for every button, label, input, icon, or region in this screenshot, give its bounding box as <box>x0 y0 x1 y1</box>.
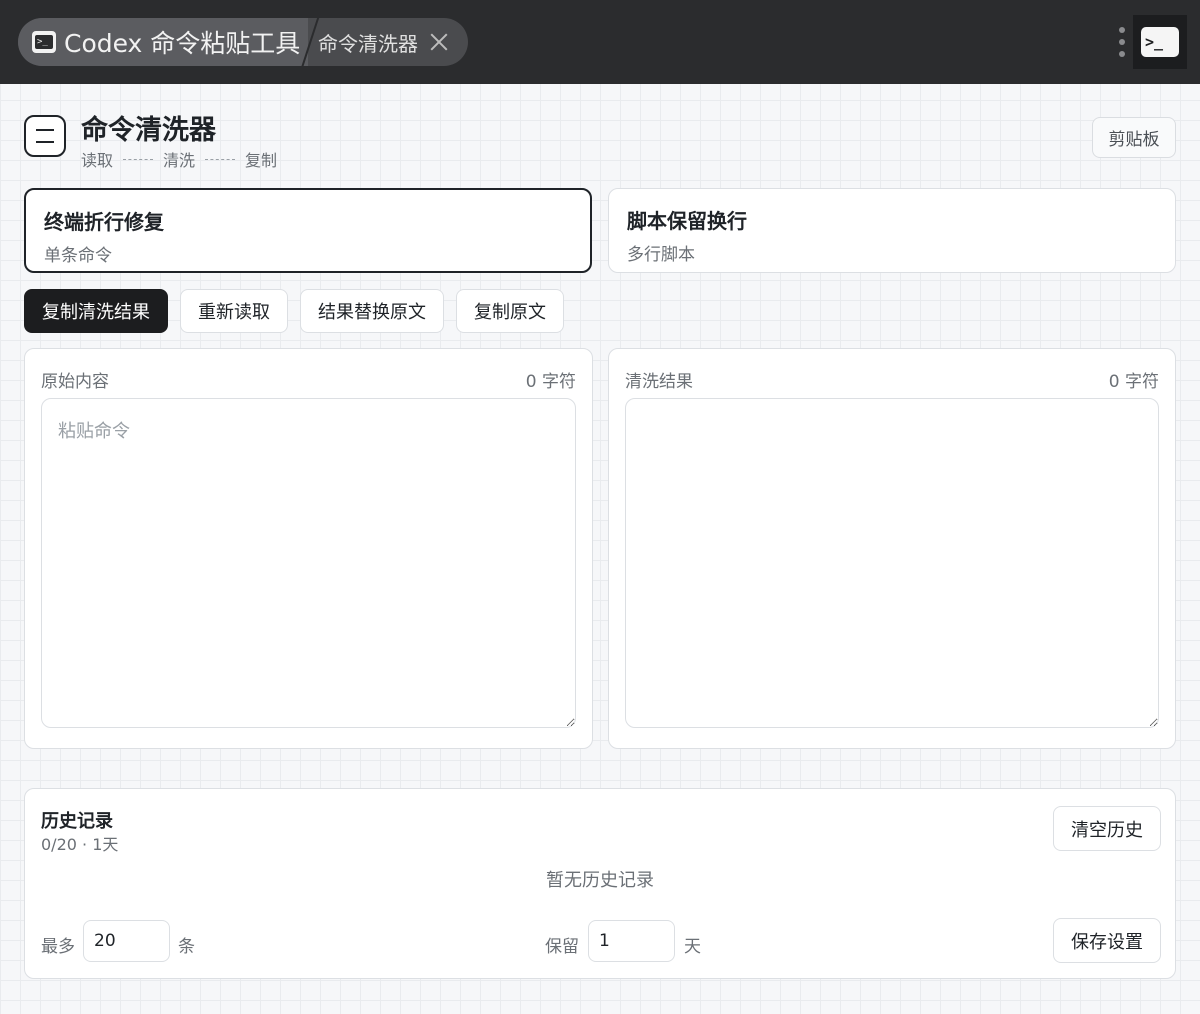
input-panel: 原始内容 0 字符 <box>24 348 593 749</box>
clipboard-button[interactable]: 剪贴板 <box>1092 117 1176 158</box>
clear-history-button[interactable]: 清空历史 <box>1053 806 1161 851</box>
page-title: 命令清洗器 <box>81 115 216 146</box>
input-char-count: 0 字符 <box>525 372 576 392</box>
keep-unit: 天 <box>684 937 701 957</box>
input-textarea[interactable] <box>41 398 576 728</box>
input-label: 原始内容 <box>41 372 109 392</box>
more-menu-icon[interactable] <box>1116 24 1128 60</box>
step-read: 读取 <box>81 151 114 170</box>
mode-subtitle: 单条命令 <box>44 246 112 266</box>
terminal-button[interactable]: >_ <box>1133 15 1187 69</box>
step-connector <box>205 158 236 160</box>
history-section: 历史记录 0/20 · 1天 清空历史 暂无历史记录 最多 条 保留 天 保存设… <box>24 788 1176 979</box>
history-meta: 0/20 · 1天 <box>41 835 119 854</box>
save-settings-button[interactable]: 保存设置 <box>1053 918 1161 963</box>
replace-original-button[interactable]: 结果替换原文 <box>300 289 444 333</box>
max-entries-input[interactable] <box>83 920 170 962</box>
tab-separator <box>300 18 320 66</box>
app-tab[interactable]: >_ Codex 命令粘贴工具 <box>18 18 308 66</box>
mode-subtitle: 多行脚本 <box>627 245 695 265</box>
step-connector <box>123 158 154 160</box>
history-title: 历史记录 <box>41 811 113 832</box>
max-unit: 条 <box>178 937 195 957</box>
reread-button[interactable]: 重新读取 <box>180 289 288 333</box>
history-empty-text: 暂无历史记录 <box>546 870 654 891</box>
copy-original-button[interactable]: 复制原文 <box>456 289 564 333</box>
step-clean: 清洗 <box>163 151 196 170</box>
tab-group: >_ Codex 命令粘贴工具 命令清洗器 <box>18 18 468 66</box>
step-indicator: 读取 清洗 复制 <box>81 147 277 171</box>
cleaner-logo-icon <box>24 115 66 157</box>
output-label: 清洗结果 <box>625 372 693 392</box>
mode-card-wrap-fix[interactable]: 终端折行修复 单条命令 <box>24 188 592 273</box>
app-title: Codex 命令粘贴工具 <box>64 29 301 58</box>
copy-result-button[interactable]: 复制清洗结果 <box>24 289 168 333</box>
output-textarea[interactable] <box>625 398 1159 728</box>
keep-label: 保留 <box>545 937 579 957</box>
tab-command-cleaner[interactable]: 命令清洗器 <box>318 18 450 66</box>
max-label: 最多 <box>41 937 75 957</box>
mode-title: 脚本保留换行 <box>627 209 747 233</box>
terminal-icon: >_ <box>1141 27 1179 57</box>
mode-card-keep-newlines[interactable]: 脚本保留换行 多行脚本 <box>608 188 1176 273</box>
output-panel: 清洗结果 0 字符 <box>608 348 1176 749</box>
keep-days-input[interactable] <box>588 920 675 962</box>
step-copy: 复制 <box>245 151 278 170</box>
title-bar: >_ Codex 命令粘贴工具 命令清洗器 >_ <box>0 0 1200 84</box>
tab-label: 命令清洗器 <box>318 31 418 56</box>
output-char-count: 0 字符 <box>1108 372 1159 392</box>
close-icon[interactable] <box>428 31 450 53</box>
mode-title: 终端折行修复 <box>44 210 164 234</box>
terminal-app-icon: >_ <box>32 31 56 53</box>
